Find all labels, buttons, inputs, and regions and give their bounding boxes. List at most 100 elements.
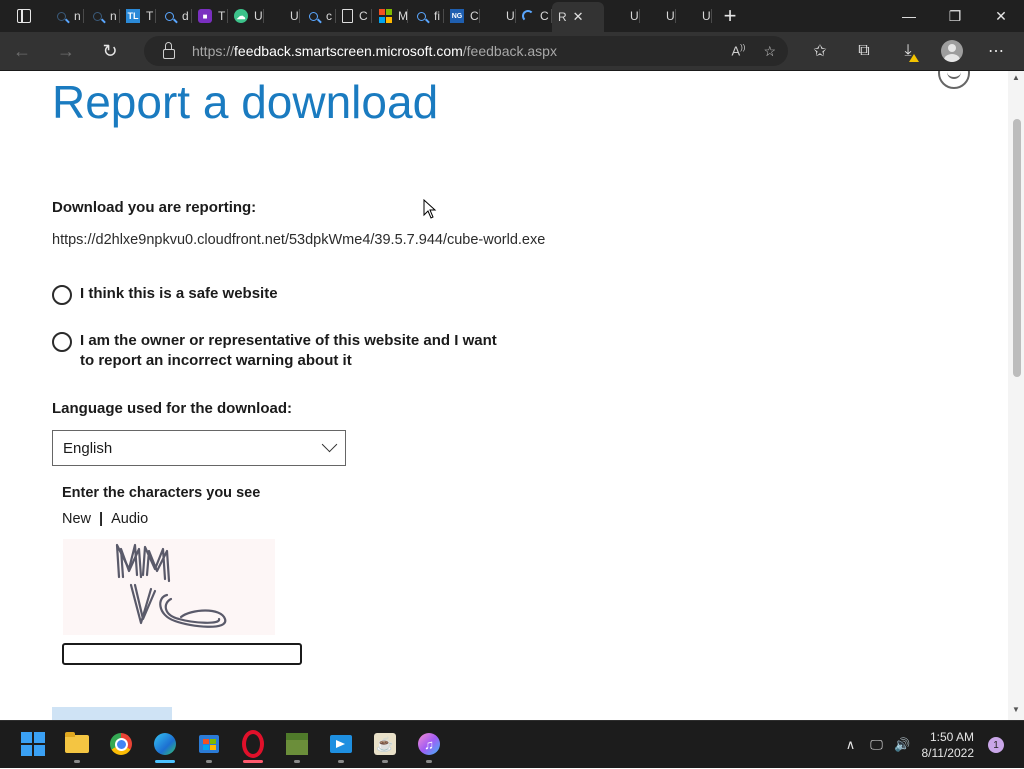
more-icon: ⋯ bbox=[988, 41, 1004, 61]
browser-tab[interactable]: U bbox=[264, 0, 300, 32]
active-tab[interactable]: R✕ bbox=[552, 2, 604, 32]
browser-tab[interactable]: TLT bbox=[120, 0, 156, 32]
window-controls: — ❐ ✕ bbox=[886, 0, 1024, 32]
restore-icon: ❐ bbox=[949, 8, 962, 25]
chevron-up-icon[interactable]: ∧ bbox=[838, 737, 864, 753]
network-icon[interactable]: 🖵 bbox=[864, 737, 890, 753]
submit-button[interactable] bbox=[52, 707, 172, 720]
chrome-icon[interactable] bbox=[108, 731, 134, 757]
refresh-button[interactable]: ↻ bbox=[88, 32, 132, 70]
minimize-icon: — bbox=[902, 8, 916, 24]
browser-tab[interactable]: C bbox=[336, 0, 372, 32]
forward-button[interactable]: → bbox=[44, 32, 88, 70]
taskbar: ☕ ♫ ∧ 🖵 🔊 1:50 AM 8/11/2022 1 bbox=[0, 720, 1024, 768]
new-tab-button[interactable]: + bbox=[712, 0, 748, 32]
downloads-button[interactable]: ⤓ bbox=[886, 32, 930, 70]
tab-actions-button[interactable] bbox=[0, 0, 48, 32]
search-icon bbox=[90, 9, 104, 23]
settings-more-button[interactable]: ⋯ bbox=[974, 32, 1018, 70]
loading-icon bbox=[522, 10, 534, 22]
blank-icon bbox=[270, 9, 284, 23]
radio-button[interactable] bbox=[52, 285, 72, 305]
option-safe[interactable]: I think this is a safe website bbox=[52, 285, 510, 305]
page-content: Report a download Download you are repor… bbox=[0, 71, 1008, 720]
tl-icon: TL bbox=[126, 9, 140, 23]
profile-button[interactable] bbox=[930, 32, 974, 70]
language-select[interactable]: English bbox=[52, 430, 346, 466]
notification-badge[interactable]: 1 bbox=[988, 737, 1004, 753]
lock-icon bbox=[163, 49, 175, 59]
captcha-links: New|Audio bbox=[62, 511, 148, 527]
scroll-thumb[interactable] bbox=[1013, 119, 1021, 377]
edge-icon[interactable] bbox=[152, 731, 178, 757]
collections-icon: ⧉ bbox=[858, 42, 869, 60]
browser-tab[interactable]: c bbox=[300, 0, 336, 32]
captcha-audio-link[interactable]: Audio bbox=[111, 511, 148, 527]
browser-tab[interactable]: U bbox=[676, 0, 712, 32]
remote-app-icon[interactable] bbox=[328, 731, 354, 757]
itunes-icon[interactable]: ♫ bbox=[416, 731, 442, 757]
minimize-button[interactable]: — bbox=[886, 0, 932, 32]
store-icon[interactable] bbox=[196, 731, 222, 757]
address-bar-actions: A)) ☆ bbox=[731, 36, 776, 66]
tab-list: n n TLT d ■T ☁U U c C M fi NGC U C R✕ U … bbox=[48, 0, 712, 32]
tab-strip: n n TLT d ■T ☁U U c C M fi NGC U C R✕ U … bbox=[0, 0, 1024, 32]
avatar bbox=[941, 40, 963, 62]
captcha-title: Enter the characters you see bbox=[62, 485, 260, 501]
close-window-button[interactable]: ✕ bbox=[978, 0, 1024, 32]
file-explorer-icon[interactable] bbox=[64, 731, 90, 757]
favorites-button[interactable]: ✩ bbox=[798, 32, 842, 70]
chevron-down-icon bbox=[322, 437, 338, 453]
browser-tab[interactable]: n bbox=[48, 0, 84, 32]
option-owner-label: I am the owner or representative of this… bbox=[80, 331, 510, 371]
scroll-up-icon[interactable]: ▲ bbox=[1012, 73, 1020, 82]
arrow-right-icon: → bbox=[57, 41, 75, 62]
browser-tab[interactable]: ■T bbox=[192, 0, 228, 32]
browser-tab[interactable]: M bbox=[372, 0, 408, 32]
captcha-input[interactable] bbox=[62, 643, 302, 665]
browser-tab[interactable]: C bbox=[516, 0, 552, 32]
browser-tab[interactable]: U bbox=[480, 0, 516, 32]
read-aloud-icon[interactable]: A)) bbox=[731, 43, 745, 58]
page-icon bbox=[342, 9, 353, 23]
browser-tab[interactable]: NGC bbox=[444, 0, 480, 32]
system-tray: ∧ 🖵 🔊 1:50 AM 8/11/2022 1 bbox=[838, 721, 1024, 769]
restore-button[interactable]: ❐ bbox=[932, 0, 978, 32]
clock-date: 8/11/2022 bbox=[922, 745, 975, 761]
option-owner[interactable]: I am the owner or representative of this… bbox=[52, 332, 510, 371]
radio-button[interactable] bbox=[52, 332, 72, 352]
close-tab-icon[interactable]: ✕ bbox=[573, 9, 584, 25]
windows-start-icon[interactable] bbox=[20, 731, 46, 757]
address-bar[interactable]: https://feedback.smartscreen.microsoft.c… bbox=[144, 36, 788, 66]
java-icon[interactable]: ☕ bbox=[372, 731, 398, 757]
collections-button[interactable]: ⧉ bbox=[842, 32, 886, 70]
scroll-down-icon[interactable]: ▼ bbox=[1012, 705, 1020, 714]
browser-tab[interactable]: U bbox=[640, 0, 676, 32]
browser-tab[interactable]: n bbox=[84, 0, 120, 32]
download-url: https://d2hlxe9npkvu0.cloudfront.net/53d… bbox=[52, 232, 545, 248]
cloud-icon: ☁ bbox=[234, 9, 248, 23]
browser-tab[interactable]: U bbox=[604, 0, 640, 32]
browser-tab[interactable]: ☁U bbox=[228, 0, 264, 32]
minecraft-icon[interactable] bbox=[284, 731, 310, 757]
warning-icon bbox=[909, 54, 919, 62]
opera-icon[interactable] bbox=[240, 731, 266, 757]
volume-icon[interactable]: 🔊 bbox=[890, 737, 916, 753]
browser-tab[interactable]: d bbox=[156, 0, 192, 32]
ng-icon: NG bbox=[450, 9, 464, 23]
browser-tab[interactable]: fi bbox=[408, 0, 444, 32]
add-favorite-icon[interactable]: ☆ bbox=[763, 43, 776, 60]
option-safe-label: I think this is a safe website bbox=[80, 284, 510, 304]
captcha-new-link[interactable]: New bbox=[62, 511, 91, 527]
feedback-smiley-icon[interactable] bbox=[938, 71, 970, 89]
back-button[interactable]: ← bbox=[0, 32, 44, 70]
page-scrollbar[interactable]: ▲ ▼ bbox=[1008, 71, 1024, 720]
mouse-cursor-icon bbox=[423, 199, 437, 219]
browser-toolbar: ← → ↻ https://feedback.smartscreen.micro… bbox=[0, 32, 1024, 71]
address-url[interactable]: https://feedback.smartscreen.microsoft.c… bbox=[192, 43, 557, 59]
lock-app-icon: ■ bbox=[198, 9, 212, 23]
close-icon: ✕ bbox=[995, 8, 1007, 25]
clock[interactable]: 1:50 AM 8/11/2022 bbox=[922, 729, 975, 761]
page-title: Report a download bbox=[52, 75, 438, 129]
search-icon bbox=[306, 9, 320, 23]
